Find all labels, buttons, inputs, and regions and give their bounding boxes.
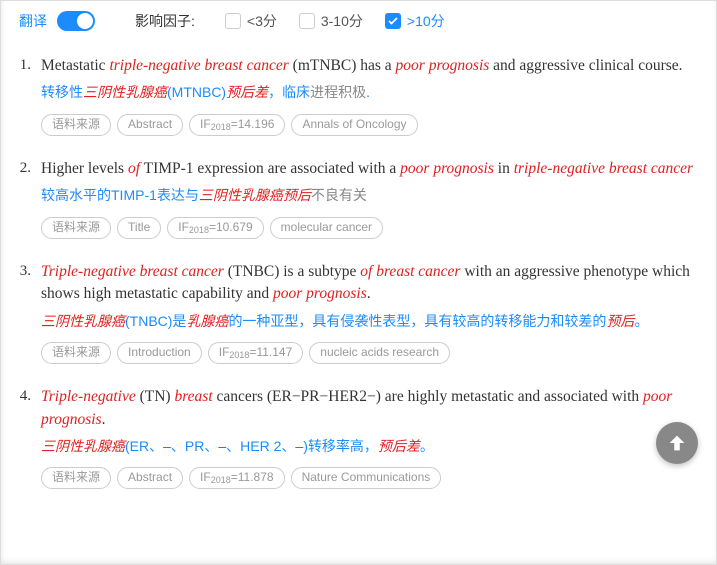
meta-tag[interactable]: molecular cancer — [270, 217, 383, 239]
english-sentence: Triple-negative (TN) breast cancers (ER−… — [41, 386, 698, 431]
results-list: 1.Metastatic triple-negative breast canc… — [1, 55, 716, 489]
item-body: Higher levels of TIMP-1 expression are a… — [41, 158, 698, 239]
result-item: 1.Metastatic triple-negative breast canc… — [19, 55, 698, 136]
impact-factor-tag[interactable]: IF2018=11.878 — [189, 467, 285, 489]
source-tag[interactable]: 语料来源 — [41, 114, 111, 136]
translate-label: 翻译 — [19, 11, 47, 31]
checkbox-icon — [299, 13, 315, 29]
item-body: Triple-negative (TN) breast cancers (ER−… — [41, 386, 698, 489]
tag-row: 语料来源 Introduction IF2018=11.147nucleic aci… — [41, 342, 698, 364]
tag-row: 语料来源 Abstract IF2018=14.196 Annals of Oncol… — [41, 114, 698, 136]
result-item: 2.Higher levels of TIMP-1 expression are… — [19, 158, 698, 239]
source-tag[interactable]: 语料来源 — [41, 467, 111, 489]
meta-tag[interactable]: Abstract — [117, 467, 183, 489]
item-number: 3. — [19, 261, 41, 364]
filter-checkbox-0[interactable]: <3分 — [225, 11, 277, 31]
scroll-to-top-button[interactable] — [656, 422, 698, 464]
chinese-translation: 较高水平的TIMP-1表达与三阴性乳腺癌预后不良有关 — [41, 184, 698, 206]
chinese-translation: 转移性三阴性乳腺癌(MTNBC)预后差，临床进程积极. — [41, 81, 698, 103]
chinese-translation: 三阴性乳腺癌(TNBC)是乳腺癌的一种亚型，具有侵袭性表型，具有较高的转移能力和… — [41, 310, 698, 332]
filter-label: >10分 — [407, 11, 445, 31]
english-sentence: Higher levels of TIMP-1 expression are a… — [41, 158, 698, 180]
item-number: 4. — [19, 386, 41, 489]
item-body: Triple-negative breast cancer (TNBC) is … — [41, 261, 698, 364]
source-tag[interactable]: 语料来源 — [41, 217, 111, 239]
item-number: 1. — [19, 55, 41, 136]
checkbox-icon — [385, 13, 401, 29]
result-item: 4.Triple-negative (TN) breast cancers (E… — [19, 386, 698, 489]
impact-factor-label: 影响因子: — [135, 11, 195, 31]
meta-tag[interactable]: Title — [117, 217, 161, 239]
meta-tag[interactable]: Introduction — [117, 342, 202, 364]
english-sentence: Metastatic triple-negative breast cancer… — [41, 55, 698, 77]
item-number: 2. — [19, 158, 41, 239]
translate-toggle[interactable] — [57, 11, 95, 31]
filter-checkbox-1[interactable]: 3-10分 — [299, 11, 363, 31]
english-sentence: Triple-negative breast cancer (TNBC) is … — [41, 261, 698, 306]
impact-factor-tag[interactable]: IF2018=14.196 — [189, 114, 285, 136]
filter-group: <3分 3-10分 >10分 — [225, 11, 467, 31]
filter-label: 3-10分 — [321, 11, 363, 31]
filter-bar: 翻译 影响因子: <3分 3-10分 >10分 — [1, 1, 716, 45]
tag-row: 语料来源 Abstract IF2018=11.878 Nature Communic… — [41, 467, 698, 489]
tag-row: 语料来源 Title IF2018=10.679 molecular cancer — [41, 217, 698, 239]
source-tag[interactable]: 语料来源 — [41, 342, 111, 364]
meta-tag[interactable]: nucleic acids research — [309, 342, 450, 364]
impact-factor-tag[interactable]: IF2018=10.679 — [167, 217, 263, 239]
impact-factor-tag[interactable]: IF2018=11.147 — [208, 342, 304, 364]
chinese-translation: 三阴性乳腺癌(ER、–、PR、–、HER 2、–)转移率高，预后差。 — [41, 435, 698, 457]
checkbox-icon — [225, 13, 241, 29]
meta-tag[interactable]: Annals of Oncology — [291, 114, 417, 136]
filter-checkbox-2[interactable]: >10分 — [385, 11, 445, 31]
result-item: 3.Triple-negative breast cancer (TNBC) i… — [19, 261, 698, 364]
meta-tag[interactable]: Abstract — [117, 114, 183, 136]
meta-tag[interactable]: Nature Communications — [291, 467, 442, 489]
filter-label: <3分 — [247, 11, 277, 31]
arrow-up-icon — [666, 432, 688, 454]
item-body: Metastatic triple-negative breast cancer… — [41, 55, 698, 136]
